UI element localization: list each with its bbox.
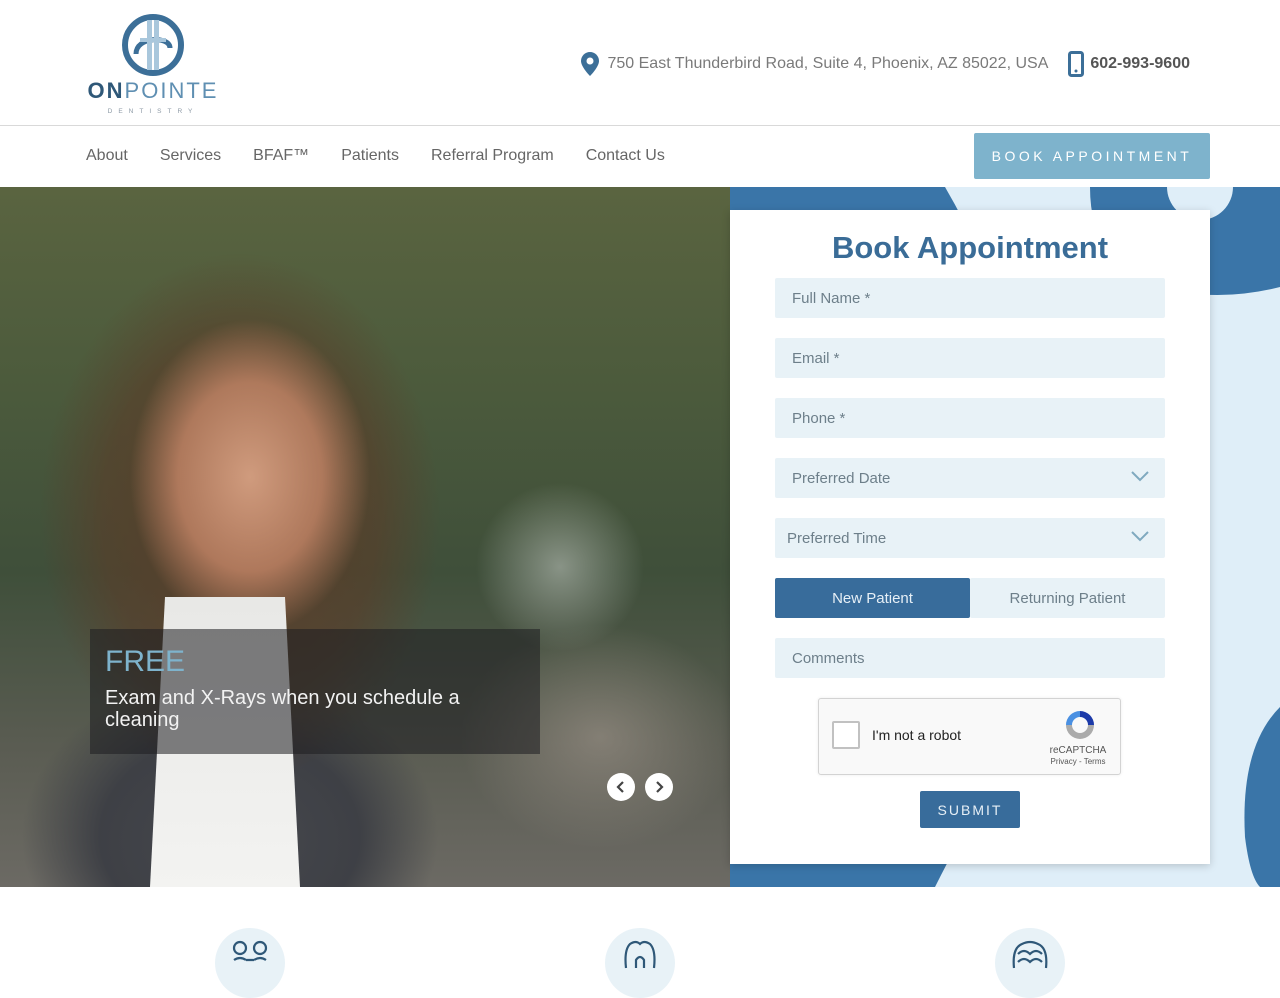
recaptcha-widget: I'm not a robot reCAPTCHA Privacy - Term… xyxy=(818,698,1121,775)
main-nav-bar: About Services BFAF™ Patients Referral P… xyxy=(0,127,1280,187)
phone-input[interactable] xyxy=(775,398,1165,438)
book-appointment-form: Book Appointment Preferred Date Preferre… xyxy=(730,210,1210,864)
logo-mark-icon xyxy=(122,14,184,76)
chevron-down-icon xyxy=(1131,471,1149,482)
slider-next-button[interactable] xyxy=(645,773,673,801)
dentures-icon xyxy=(1012,940,1048,969)
caption-title: FREE xyxy=(105,645,186,678)
preferred-date-select[interactable]: Preferred Date xyxy=(775,458,1165,498)
nav-referral-program[interactable]: Referral Program xyxy=(431,147,554,165)
new-patient-option[interactable]: New Patient xyxy=(775,578,970,618)
mobile-phone-icon xyxy=(1068,51,1085,77)
recaptcha-privacy-terms[interactable]: Privacy - Terms xyxy=(1048,757,1108,766)
chevron-right-icon xyxy=(656,781,664,793)
nav-services[interactable]: Services xyxy=(160,147,221,165)
map-pin-icon xyxy=(581,52,600,76)
caption-text: Exam and X-Rays when you schedule a clea… xyxy=(105,687,460,731)
recaptcha-logo-icon xyxy=(1066,711,1094,739)
preferred-time-label: Preferred Time xyxy=(787,529,887,547)
tooth-implant-icon xyxy=(624,940,656,969)
recaptcha-brand: reCAPTCHA xyxy=(1049,745,1107,756)
phone[interactable]: 602-993-9600 xyxy=(1068,51,1190,77)
site-header: ONPOINTE DENTISTRY 750 East Thunderbird … xyxy=(0,0,1280,126)
address-text: 750 East Thunderbird Road, Suite 4, Phoe… xyxy=(607,55,1049,72)
phone-number: 602-993-9600 xyxy=(1090,55,1190,72)
returning-patient-option[interactable]: Returning Patient xyxy=(970,578,1165,618)
nav-patients[interactable]: Patients xyxy=(341,147,399,165)
nav-bfaf[interactable]: BFAF™ xyxy=(253,147,309,165)
patient-type-toggle: New Patient Returning Patient xyxy=(775,578,1165,618)
logo[interactable]: ONPOINTE DENTISTRY xyxy=(86,12,220,116)
book-appointment-button[interactable]: BOOK APPOINTMENT xyxy=(974,133,1210,179)
main-nav: About Services BFAF™ Patients Referral P… xyxy=(86,147,665,165)
address[interactable]: 750 East Thunderbird Road, Suite 4, Phoe… xyxy=(581,52,1048,76)
email-input[interactable] xyxy=(775,338,1165,378)
preferred-date-label: Preferred Date xyxy=(792,469,891,487)
chevron-down-icon xyxy=(1131,531,1149,542)
logo-word-bold: ON xyxy=(87,78,125,103)
feature-implant[interactable] xyxy=(605,928,675,998)
braces-icon xyxy=(232,940,268,962)
logo-wordmark: ONPOINTE xyxy=(86,78,220,104)
nav-contact-us[interactable]: Contact Us xyxy=(586,147,665,165)
feature-braces[interactable] xyxy=(215,928,285,998)
form-title: Book Appointment xyxy=(831,230,1109,265)
feature-dentures[interactable] xyxy=(995,928,1065,998)
submit-button[interactable]: SUBMIT xyxy=(920,791,1020,828)
recaptcha-checkbox[interactable] xyxy=(832,721,860,749)
full-name-input[interactable] xyxy=(775,278,1165,318)
preferred-time-select[interactable]: Preferred Time xyxy=(775,518,1165,558)
nav-about[interactable]: About xyxy=(86,147,128,165)
slide-caption: FREE Exam and X-Rays when you schedule a… xyxy=(90,629,540,754)
logo-tagline: DENTISTRY xyxy=(107,108,199,115)
hero-section: FREE Exam and X-Rays when you schedule a… xyxy=(0,187,1280,887)
logo-word-rest: POINTE xyxy=(124,78,219,103)
contact-info: 750 East Thunderbird Road, Suite 4, Phoe… xyxy=(581,50,1190,78)
slider-prev-button[interactable] xyxy=(607,773,635,801)
comments-input[interactable] xyxy=(775,638,1165,678)
recaptcha-label: I'm not a robot xyxy=(872,727,962,743)
chevron-left-icon xyxy=(616,781,624,793)
